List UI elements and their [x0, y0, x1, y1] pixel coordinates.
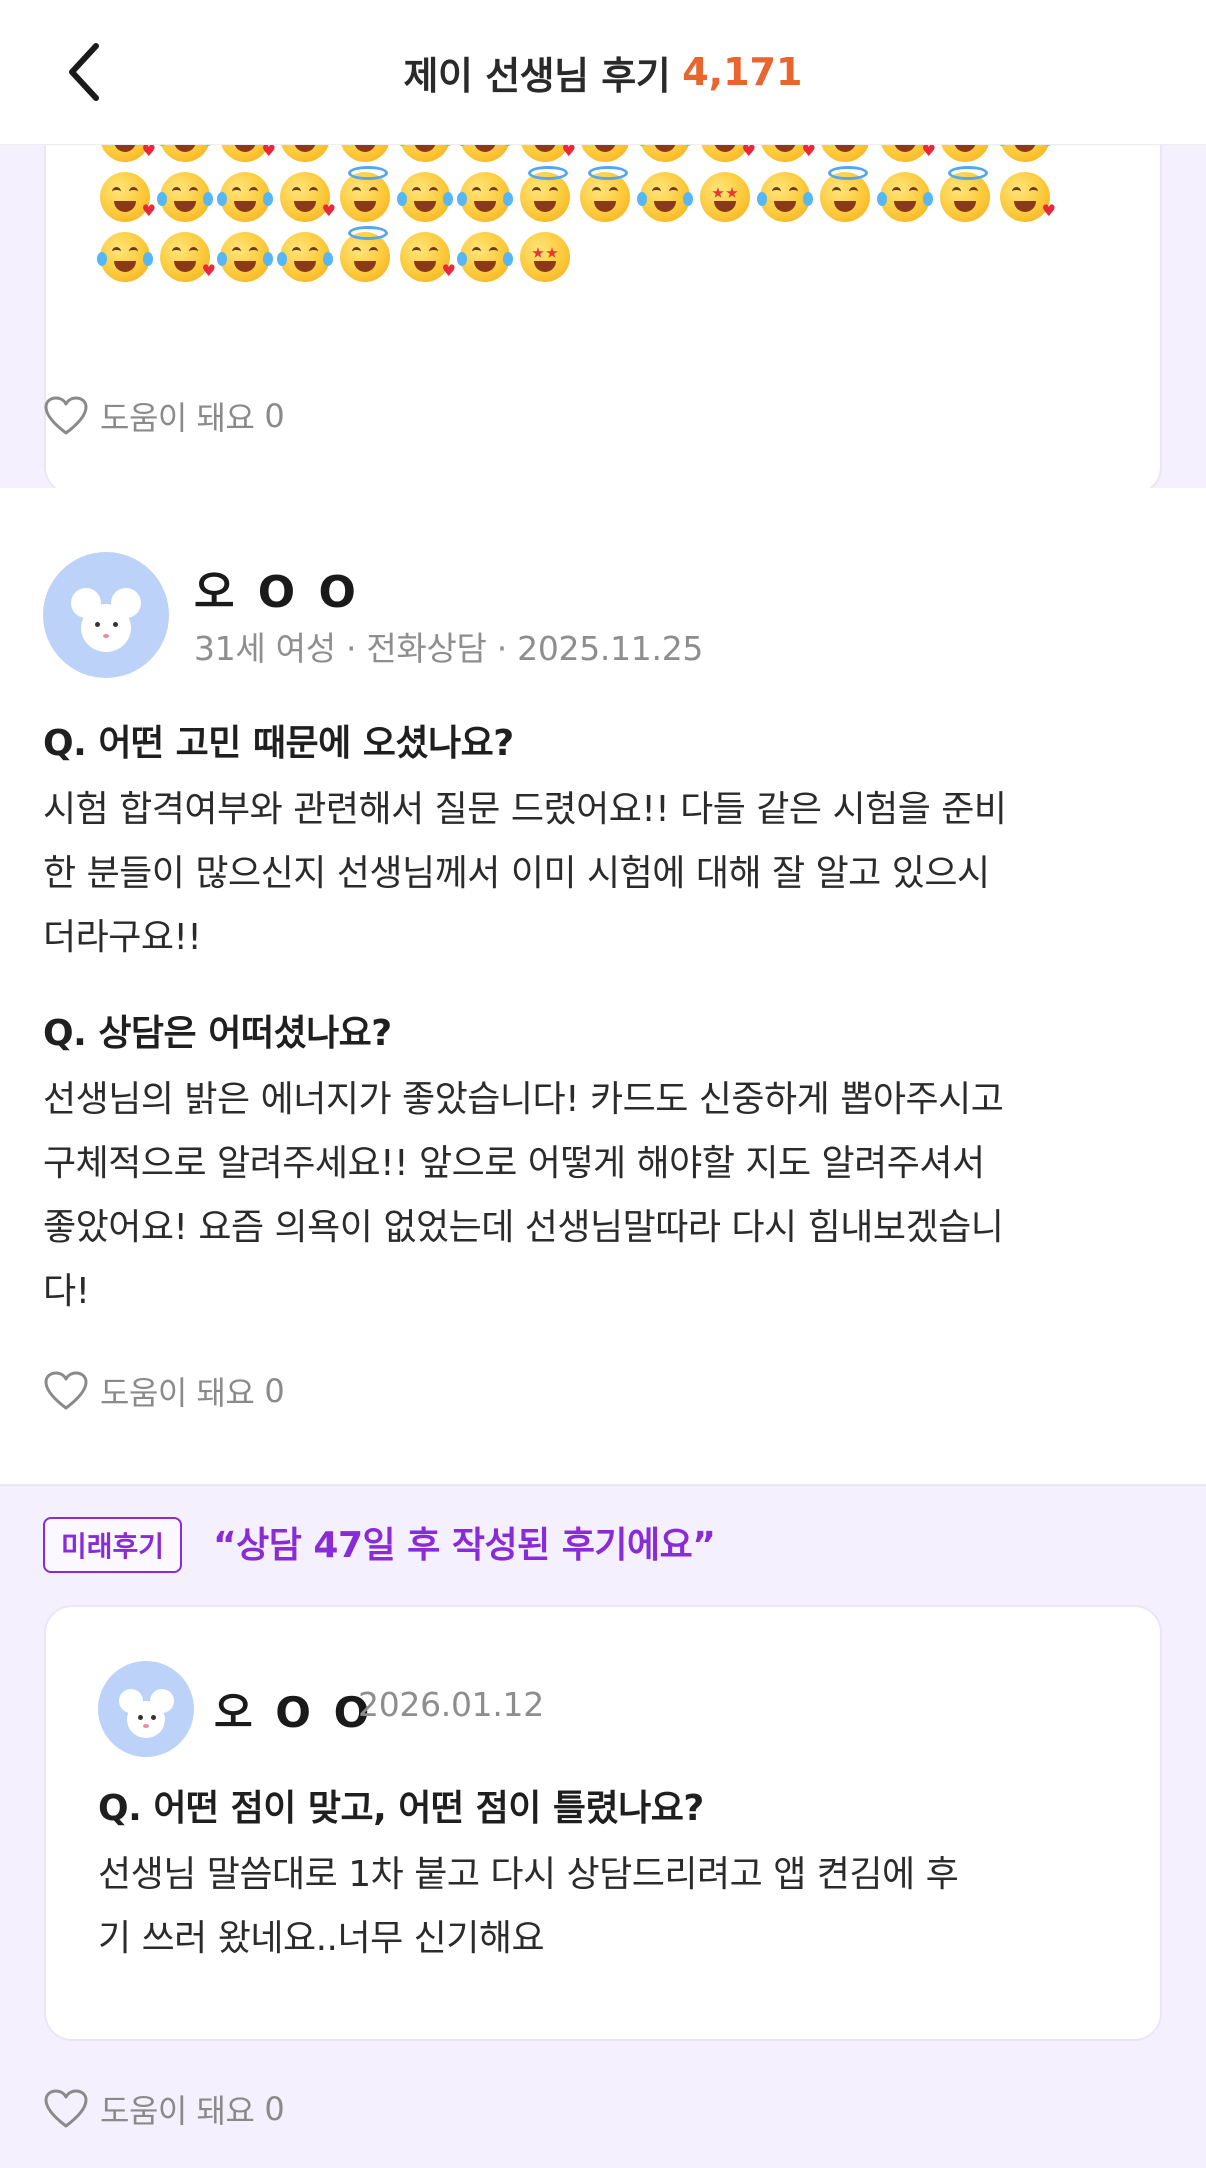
helpful-label: 도움이 돼요: [100, 399, 255, 437]
halo-emoji-icon: [340, 166, 390, 222]
joy-emoji-icon: [157, 172, 210, 222]
helpful-count: 0: [264, 1372, 285, 1410]
review-card-partial: 도움이 돼요 0: [0, 105, 1206, 495]
future-review-section: 미래후기 “상담 47일 후 작성된 후기에요” 오 O O 2026.01.1…: [0, 1486, 1206, 2168]
love-emoji-icon: [280, 172, 336, 222]
joy-emoji-icon: [277, 232, 330, 282]
review-date: 2026.01.12: [358, 1685, 544, 1724]
love-emoji-icon: [100, 172, 156, 222]
question-title: Q. 어떤 점이 맞고, 어떤 점이 틀렸나요?: [98, 1788, 704, 1829]
joy-emoji-icon: [757, 172, 810, 222]
helpful-button[interactable]: 도움이 돼요 0: [44, 2086, 285, 2132]
love-emoji-icon: [1000, 172, 1056, 222]
helpful-label: 도움이 돼요: [100, 1374, 255, 1412]
halo-emoji-icon: [940, 166, 990, 222]
future-review-quote: “상담 47일 후 작성된 후기에요”: [213, 1525, 716, 1566]
chevron-left-icon: [69, 43, 99, 101]
joy-emoji-icon: [97, 232, 150, 282]
page-title: 제이 선생님 후기: [403, 53, 671, 98]
joy-emoji-icon: [877, 172, 930, 222]
avatar: [43, 552, 169, 678]
answer-text: 선생님 말씀대로 1차 붙고 다시 상담드리려고 앱 켠김에 후 기 쓰러 왔네…: [98, 1854, 959, 1959]
question-title: Q. 어떤 고민 때문에 오셨나요?: [43, 723, 514, 764]
review-count: 4,171: [682, 50, 803, 94]
helpful-button[interactable]: 도움이 돼요 0: [44, 1368, 285, 1414]
review-meta: 31세 여성 · 전화상담 · 2025.11.25: [194, 629, 704, 668]
joy-emoji-icon: [457, 172, 510, 222]
star-emoji-icon: [700, 172, 750, 222]
answer-text: 시험 합격여부와 관련해서 질문 드렸어요!! 다들 같은 시험을 준비 한 분…: [43, 789, 1007, 958]
helpful-label: 도움이 돼요: [100, 2092, 255, 2130]
review-card: 오 O O 31세 여성 · 전화상담 · 2025.11.25 Q. 어떤 고…: [0, 488, 1206, 1486]
helpful-count: 0: [264, 2090, 285, 2128]
halo-emoji-icon: [520, 166, 570, 222]
joy-emoji-icon: [397, 172, 450, 222]
heart-icon: [44, 1371, 88, 1410]
joy-emoji-icon: [457, 232, 510, 282]
top-app-bar: 제이 선생님 후기 4,171: [0, 0, 1206, 145]
halo-emoji-icon: [580, 166, 630, 222]
star-emoji-icon: [520, 232, 570, 282]
helpful-count: 0: [264, 397, 285, 435]
joy-emoji-icon: [217, 232, 270, 282]
answer-text: 선생님의 밝은 에너지가 좋았습니다! 카드도 신중하게 뽑아주시고 구체적으로…: [43, 1079, 1004, 1312]
emoji-row: [97, 226, 570, 282]
halo-emoji-icon: [340, 226, 390, 282]
reviewer-name: 오 O O: [214, 1688, 374, 1737]
emoji-row: [100, 166, 1056, 222]
future-review-card: 오 O O 2026.01.12 Q. 어떤 점이 맞고, 어떤 점이 틀렸나요…: [44, 1605, 1162, 2041]
heart-icon: [44, 396, 88, 435]
love-emoji-icon: [160, 232, 216, 282]
future-review-badge: 미래후기: [43, 1517, 183, 1573]
question-title: Q. 상담은 어떠셨나요?: [43, 1013, 392, 1054]
reviewer-name: 오 O O: [194, 567, 360, 618]
heart-icon: [44, 2089, 88, 2128]
halo-emoji-icon: [820, 166, 870, 222]
avatar: [98, 1661, 194, 1757]
joy-emoji-icon: [217, 172, 270, 222]
love-emoji-icon: [400, 232, 456, 282]
helpful-button[interactable]: 도움이 돼요 0: [44, 393, 285, 439]
joy-emoji-icon: [637, 172, 690, 222]
back-button[interactable]: [48, 36, 120, 108]
